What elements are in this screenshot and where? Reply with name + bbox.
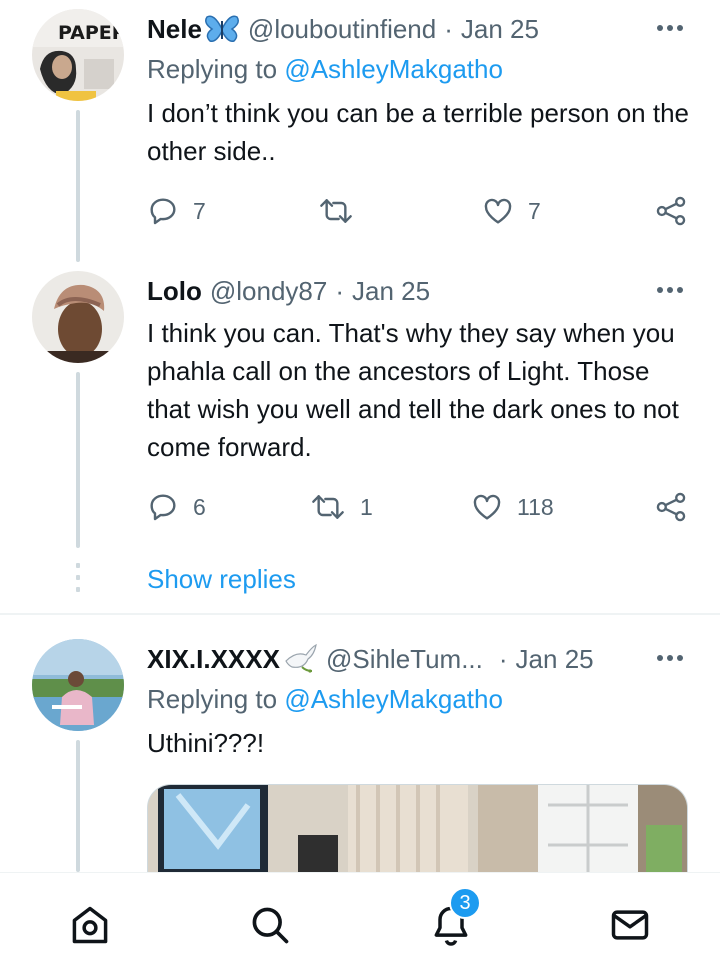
avatar[interactable]: PAPER (32, 9, 124, 101)
avatar[interactable] (32, 639, 124, 731)
divider (0, 613, 720, 615)
replying-to-label: Replying to (147, 54, 278, 84)
replying-to-link[interactable]: @AshleyMakgatho (284, 684, 503, 714)
show-replies-link[interactable]: Show replies (147, 564, 296, 595)
display-name[interactable]: Lolo (147, 276, 202, 307)
timeline: PAPER Nele @louboutinfiend · Jan 25 Repl… (0, 0, 720, 872)
tweet-header: XIX.I.XXXX @SihleTum... · Jan 25 (147, 642, 594, 676)
nav-messages-button[interactable] (606, 901, 654, 949)
more-options-button[interactable] (652, 275, 688, 305)
user-handle[interactable]: @londy87 (210, 276, 327, 307)
share-button[interactable] (654, 191, 688, 231)
messages-icon (611, 910, 649, 940)
like-count: 118 (517, 493, 554, 520)
search-icon (252, 907, 289, 944)
retweet-button[interactable]: 1 (310, 487, 373, 527)
tweet-header: Nele @louboutinfiend · Jan 25 (147, 12, 539, 46)
reply-button[interactable]: 6 (147, 487, 206, 527)
share-button[interactable] (654, 487, 688, 527)
like-button[interactable]: 7 (482, 191, 541, 231)
dove-emoji-icon (282, 643, 318, 675)
bottom-navigation (0, 872, 720, 973)
tweet-text: I don’t think you can be a terrible pers… (147, 98, 690, 166)
share-icon (656, 196, 686, 226)
replying-to-link[interactable]: @AshleyMakgatho (284, 54, 503, 84)
share-icon (656, 492, 686, 522)
tweet-text: Uthini???! (147, 728, 265, 758)
separator-dot: · (498, 643, 508, 674)
thread-line (76, 110, 80, 262)
reply-button[interactable]: 7 (147, 191, 206, 231)
butterfly-emoji-icon (204, 13, 240, 45)
replying-to: Replying to @AshleyMakgatho (147, 54, 503, 85)
retweet-icon (320, 199, 352, 223)
home-icon (72, 906, 108, 944)
retweet-button[interactable] (318, 191, 354, 231)
reply-count: 6 (193, 493, 206, 520)
separator-dot: · (444, 13, 453, 44)
user-handle[interactable]: @SihleTum... (326, 644, 483, 675)
tweet-header: Lolo @londy87 · Jan 25 (147, 274, 430, 308)
nav-home-button[interactable] (66, 901, 114, 949)
user-handle[interactable]: @louboutinfiend (248, 14, 436, 45)
tweet-date[interactable]: Jan 25 (461, 14, 539, 45)
more-options-button[interactable] (652, 643, 688, 673)
like-count: 7 (528, 197, 541, 224)
display-name[interactable]: XIX.I.XXXX (147, 644, 280, 675)
heart-icon (484, 198, 512, 224)
replying-to: Replying to @AshleyMakgatho (147, 684, 503, 715)
heart-icon (473, 494, 501, 520)
nav-search-button[interactable] (246, 901, 294, 949)
tweet-date[interactable]: Jan 25 (352, 276, 430, 307)
separator-dot: · (335, 275, 345, 306)
thread-ellipsis (76, 563, 80, 599)
reply-icon (150, 198, 176, 225)
tweet-text: I think you can. That's why they say whe… (147, 318, 679, 462)
tweet-date[interactable]: Jan 25 (516, 644, 594, 675)
replying-to-label: Replying to (147, 684, 278, 714)
reply-icon (150, 494, 176, 521)
retweet-count: 1 (360, 493, 373, 520)
more-options-button[interactable] (652, 13, 688, 43)
retweet-icon (312, 495, 344, 519)
like-button[interactable]: 118 (471, 487, 554, 527)
notification-count-badge: 3 (449, 887, 481, 919)
tweet-media-image[interactable] (147, 784, 688, 872)
thread-line (76, 740, 80, 872)
reply-count: 7 (193, 197, 206, 224)
thread-line (76, 372, 80, 548)
avatar[interactable] (32, 271, 124, 363)
display-name[interactable]: Nele (147, 14, 202, 45)
avatar-logo-text: PAPER (58, 22, 124, 44)
